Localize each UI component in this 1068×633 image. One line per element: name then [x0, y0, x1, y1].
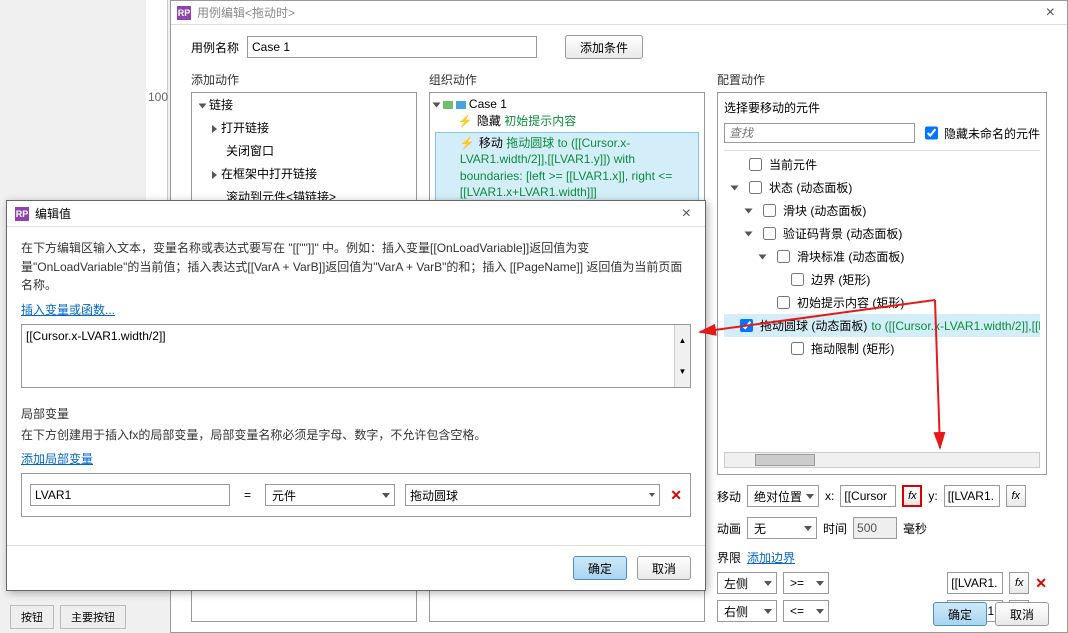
widget-checkbox[interactable] — [740, 319, 753, 332]
cancel-button[interactable]: 取消 — [995, 602, 1049, 626]
title-bar: RP 用例编辑<拖动时> × — [171, 1, 1067, 25]
dialog-close-icon[interactable]: × — [676, 205, 697, 223]
widget-tree-item[interactable]: 验证码背景 (动态面板) — [724, 222, 1040, 245]
anim-label: 动画 — [717, 520, 741, 537]
window-title: 用例编辑<拖动时> — [197, 4, 295, 21]
add-condition-button[interactable]: 添加条件 — [565, 35, 643, 59]
widget-checkbox[interactable] — [791, 342, 804, 355]
time-label: 时间 — [823, 520, 847, 537]
add-local-var-link[interactable]: 添加局部变量 — [21, 450, 93, 467]
widget-checkbox[interactable] — [763, 204, 776, 217]
fx-y-button[interactable]: fx — [1006, 485, 1026, 507]
add-boundary-link[interactable]: 添加边界 — [747, 549, 795, 566]
widget-tree-item[interactable]: 拖动圆球 (动态面板) to ([[Cursor.x-LVAR1.width/2… — [724, 314, 1040, 337]
b1-delete-icon[interactable]: ✕ — [1035, 575, 1047, 592]
case-name-row: 用例名称 添加条件 — [191, 35, 1047, 59]
x-input[interactable] — [840, 485, 896, 507]
equals-label: = — [240, 488, 255, 502]
h-scrollbar[interactable] — [724, 452, 1040, 468]
lv-type-select[interactable]: 元件 — [265, 484, 395, 506]
action-hide[interactable]: ⚡隐藏 初始提示内容 — [434, 111, 700, 131]
widget-tree-item[interactable]: 当前元件 — [724, 153, 1040, 176]
widget-tree-item[interactable]: 状态 (动态面板) — [724, 176, 1040, 199]
ok-button[interactable]: 确定 — [933, 602, 987, 626]
local-var-desc: 在下方创建用于插入fx的局部变量，局部变量名称必须是字母、数字，不允许包含空格。 — [21, 426, 691, 445]
widget-tree-item[interactable]: 滑块 (动态面板) — [724, 199, 1040, 222]
lv-delete-icon[interactable]: ✕ — [670, 487, 682, 504]
tree-item[interactable]: 打开链接 — [192, 116, 416, 139]
b1-value-input[interactable] — [947, 572, 1003, 594]
local-var-row: = 元件 拖动圆球 ✕ — [21, 473, 691, 517]
expression-input[interactable] — [21, 324, 691, 388]
y-label: y: — [928, 489, 937, 503]
rp-icon: RP — [177, 6, 191, 20]
time-input — [853, 517, 897, 539]
widget-tree[interactable]: 当前元件状态 (动态面板)滑块 (动态面板)验证码背景 (动态面板)滑块标准 (… — [724, 150, 1040, 448]
org-action-header: 组织动作 — [429, 71, 705, 88]
case-name-label: 用例名称 — [191, 39, 239, 56]
tree-root-links[interactable]: 链接 — [192, 93, 416, 116]
anim-select[interactable]: 无 — [747, 517, 817, 539]
bottom-tabs: 按钮 主要按钮 — [10, 605, 126, 629]
widget-checkbox[interactable] — [763, 227, 776, 240]
lv-target-select[interactable]: 拖动圆球 — [405, 484, 660, 506]
action-move-selected[interactable]: ⚡移动 拖动圆球 to ([[Cursor.x-LVAR1.width/2]],… — [435, 132, 699, 203]
widget-tree-item[interactable]: 初始提示内容 (矩形) — [724, 291, 1040, 314]
add-action-header: 添加动作 — [191, 71, 417, 88]
close-icon[interactable]: × — [1040, 4, 1061, 22]
b2-op-select[interactable]: <= — [783, 600, 829, 622]
x-label: x: — [825, 489, 834, 503]
bounds-label: 界限 — [717, 549, 741, 566]
cfg-header: 配置动作 — [717, 71, 1047, 88]
tree-item[interactable]: 在框架中打开链接 — [192, 162, 416, 185]
move-label: 移动 — [717, 488, 741, 505]
hide-unnamed-toggle[interactable]: 隐藏未命名的元件 — [921, 120, 1040, 146]
widget-tree-item[interactable]: 滑块标准 (动态面板) — [724, 245, 1040, 268]
widget-checkbox[interactable] — [749, 181, 762, 194]
case-node[interactable]: Case 1 — [434, 97, 700, 111]
b1-op-select[interactable]: >= — [783, 572, 829, 594]
spinner-icon[interactable]: ▲▼ — [674, 325, 690, 387]
widget-checkbox[interactable] — [777, 296, 790, 309]
dialog-ok-button[interactable]: 确定 — [573, 556, 627, 580]
b1-side-select[interactable]: 左侧 — [717, 572, 777, 594]
cfg-panel: 选择要移动的元件 隐藏未命名的元件 当前元件状态 (动态面板)滑块 (动态面板)… — [717, 92, 1047, 475]
y-input[interactable] — [944, 485, 1000, 507]
move-type-select[interactable]: 绝对位置 — [747, 485, 819, 507]
rp-icon: RP — [15, 207, 29, 221]
dialog-help-text: 在下方编辑区输入文本，变量名称或表达式要写在 "[[""]]" 中。例如：插入变… — [21, 239, 691, 295]
widget-checkbox[interactable] — [749, 158, 762, 171]
case-name-input[interactable] — [247, 36, 537, 58]
dialog-cancel-button[interactable]: 取消 — [637, 556, 691, 580]
hide-unnamed-checkbox[interactable] — [925, 123, 938, 143]
move-config-row: 移动 绝对位置 x: fx y: fx — [717, 485, 1047, 507]
dialog-title: 编辑值 — [35, 205, 71, 222]
local-var-header: 局部变量 — [21, 405, 691, 422]
tree-item[interactable]: 关闭窗口 — [192, 139, 416, 162]
ruler: 100 — [146, 0, 168, 200]
widget-tree-item[interactable]: 拖动限制 (矩形) — [724, 337, 1040, 360]
insert-var-link[interactable]: 插入变量或函数... — [21, 301, 115, 318]
widget-checkbox[interactable] — [777, 250, 790, 263]
boundary-row-1: 左侧 >= fx ✕ — [717, 572, 1047, 594]
lv-name-input[interactable] — [30, 484, 230, 506]
fx-x-button[interactable]: fx — [902, 485, 922, 507]
widget-tree-item[interactable]: 边界 (矩形) — [724, 268, 1040, 291]
search-input[interactable] — [724, 123, 915, 143]
b2-side-select[interactable]: 右侧 — [717, 600, 777, 622]
tab-primary-button[interactable]: 主要按钮 — [60, 605, 126, 629]
widget-checkbox[interactable] — [791, 273, 804, 286]
ms-label: 毫秒 — [903, 520, 927, 537]
edit-value-dialog: RP 编辑值 × 在下方编辑区输入文本，变量名称或表达式要写在 "[[""]]"… — [6, 200, 706, 591]
b1-fx-button[interactable]: fx — [1009, 572, 1029, 594]
tab-button[interactable]: 按钮 — [10, 605, 54, 629]
cfg-select-label: 选择要移动的元件 — [724, 99, 1040, 116]
dialog-title-bar: RP 编辑值 × — [7, 201, 705, 227]
